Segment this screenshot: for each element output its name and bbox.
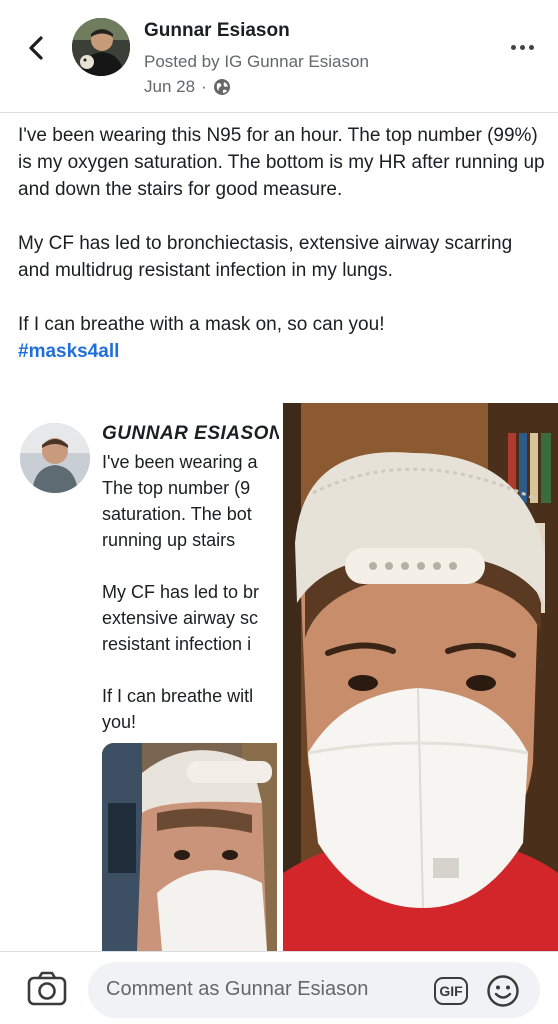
posted-by-label[interactable]: Posted by IG Gunnar Esiason — [144, 52, 369, 72]
chevron-left-icon — [29, 36, 43, 60]
comment-composer: Comment as Gunnar Esiason GIF — [0, 951, 558, 1024]
more-dot — [519, 44, 525, 50]
post-paragraph-text: If I can breathe with a mask on, so can … — [18, 314, 385, 335]
comment-input[interactable]: Comment as Gunnar Esiason GIF — [88, 962, 540, 1018]
camera-button[interactable] — [26, 970, 68, 1008]
post-date[interactable]: Jun 28 — [144, 77, 195, 97]
screenshot-author-name: GUNNAR ESIASON — [102, 423, 279, 444]
header-divider — [0, 112, 558, 113]
author-name[interactable]: Gunnar Esiason — [144, 20, 290, 42]
globe-icon — [213, 79, 230, 95]
selfie-photo[interactable] — [283, 403, 558, 951]
post-paragraph: My CF has led to bronchiectasis, extensi… — [18, 233, 513, 281]
more-dot — [528, 44, 534, 50]
smiley-icon — [487, 975, 519, 1007]
meta-separator: · — [201, 77, 207, 96]
author-avatar[interactable] — [72, 18, 130, 76]
post-meta: Jun 28 · — [144, 77, 231, 97]
hashtag-link[interactable]: #masks4all — [18, 338, 546, 365]
post-paragraph: I've been wearing this N95 for an hour. … — [18, 125, 545, 200]
gif-button[interactable]: GIF — [434, 977, 468, 1005]
post-paragraph: If I can breathe with a mask on, so can … — [18, 311, 546, 365]
shared-screenshot-image[interactable]: GUNNAR ESIASON I've been wearing a The t… — [0, 403, 279, 951]
screenshot-photo — [102, 743, 277, 951]
comment-placeholder: Comment as Gunnar Esiason — [106, 978, 369, 1000]
more-options-button[interactable] — [506, 38, 538, 56]
post-header: Gunnar Esiason Posted by IG Gunnar Esias… — [0, 0, 558, 112]
screenshot-text: I've been wearing a The top number (9 sa… — [102, 452, 260, 732]
screenshot-avatar — [20, 423, 90, 493]
post-body: I've been wearing this N95 for an hour. … — [18, 122, 546, 365]
back-button[interactable] — [20, 30, 52, 66]
more-horizontal-icon — [510, 44, 516, 50]
emoji-button[interactable] — [486, 974, 520, 1008]
camera-icon — [27, 971, 67, 1006]
post-media: GUNNAR ESIASON I've been wearing a The t… — [0, 403, 558, 951]
